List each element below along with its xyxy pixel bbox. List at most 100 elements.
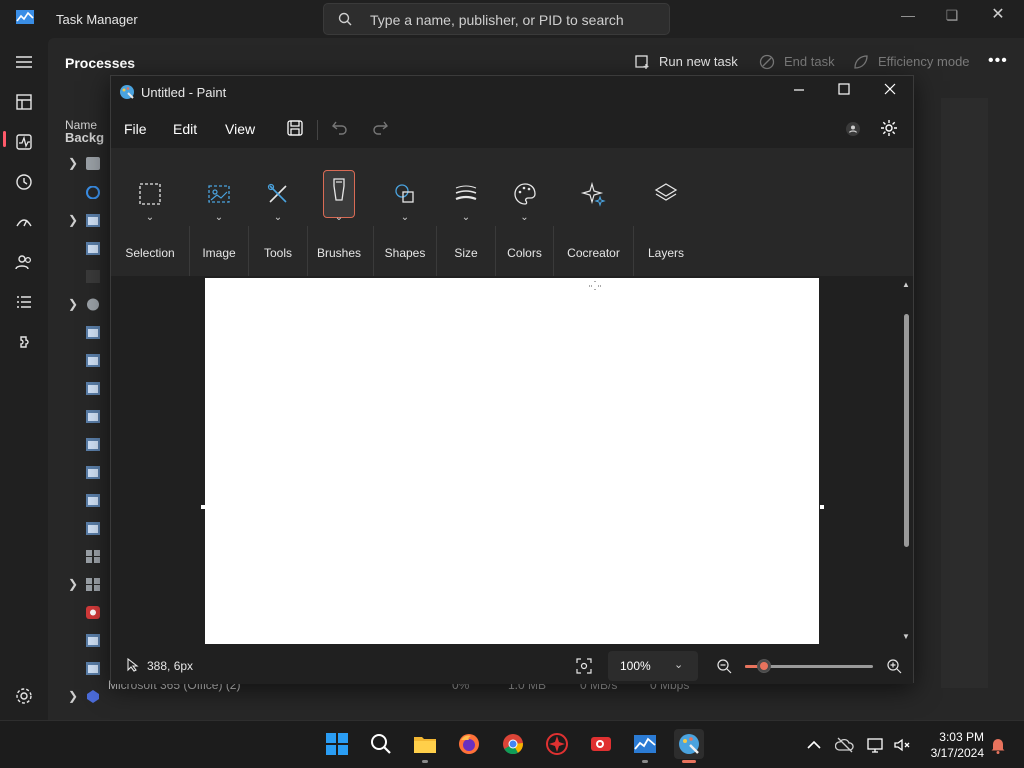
chrome-icon [503, 734, 523, 755]
screen-recorder-button[interactable] [542, 729, 572, 759]
paint-icon [679, 734, 699, 754]
settings-icon[interactable] [14, 686, 34, 706]
size-icon [455, 185, 477, 201]
zoom-slider-thumb[interactable] [757, 659, 771, 673]
more-options-icon[interactable]: ••• [988, 52, 1008, 70]
services-icon[interactable] [14, 332, 34, 352]
drawing-canvas[interactable] [205, 278, 819, 644]
canvas-resize-handle-right[interactable] [820, 505, 824, 509]
process-icon [87, 298, 99, 311]
paint-logo-icon [120, 85, 134, 99]
process-icon [86, 186, 100, 199]
run-new-task-icon [635, 55, 649, 69]
save-icon[interactable] [285, 118, 305, 138]
paint-taskbar-button[interactable] [674, 729, 704, 763]
users-icon[interactable] [14, 252, 34, 272]
chevron-right-icon[interactable]: ❯ [68, 577, 78, 591]
chevron-up-icon[interactable] [804, 735, 824, 755]
details-icon[interactable] [14, 292, 34, 312]
chevron-right-icon[interactable]: ❯ [68, 156, 78, 170]
restore-button[interactable]: ❏ [932, 4, 972, 26]
startup-apps-icon[interactable] [14, 212, 34, 232]
efficiency-mode-button[interactable]: Efficiency mode [878, 54, 970, 69]
ribbon-brushes[interactable]: ⌄ Brushes [308, 154, 370, 270]
account-icon[interactable] [844, 120, 862, 138]
clock-date: 3/17/2024 [930, 746, 984, 760]
zoom-out-icon[interactable] [716, 658, 732, 674]
process-icon [86, 410, 100, 423]
onedrive-offline-icon[interactable] [835, 735, 855, 755]
ribbon-label: Brushes [316, 246, 362, 260]
chevron-right-icon[interactable]: ❯ [68, 297, 78, 311]
chevron-down-icon: ⌄ [145, 212, 155, 223]
processes-icon[interactable] [14, 92, 34, 112]
paint-minimize-button[interactable] [784, 82, 814, 102]
taskbar-search-button[interactable] [366, 729, 396, 759]
minimize-button[interactable]: — [888, 4, 928, 26]
video-recorder-button[interactable] [586, 729, 616, 759]
search-box[interactable] [323, 3, 670, 35]
zoom-in-icon[interactable] [886, 658, 902, 674]
firefox-icon [459, 734, 479, 754]
volume-muted-icon[interactable] [892, 735, 912, 755]
scroll-up-arrow-icon[interactable]: ▲ [902, 280, 910, 289]
network-icon[interactable] [866, 735, 886, 755]
search-input[interactable] [370, 10, 660, 30]
firefox-button[interactable] [454, 729, 484, 759]
performance-icon[interactable] [14, 132, 34, 152]
group-label: Backg [65, 130, 105, 145]
file-explorer-icon [414, 737, 436, 753]
undo-icon[interactable] [330, 118, 350, 138]
zoom-slider[interactable] [745, 659, 873, 673]
app-history-icon[interactable] [14, 172, 34, 192]
process-icon [86, 522, 100, 535]
task-manager-nav [0, 38, 48, 720]
hamburger-menu-icon[interactable] [14, 52, 34, 72]
scrollbar-thumb[interactable] [904, 314, 909, 547]
redo-icon[interactable] [370, 118, 390, 138]
fit-to-window-icon[interactable] [576, 658, 592, 674]
chevron-right-icon[interactable]: ❯ [68, 213, 78, 227]
zoom-select[interactable]: 100% ⌄ [608, 651, 698, 681]
maximize-icon [838, 83, 850, 95]
file-explorer-button[interactable] [410, 729, 440, 763]
selection-icon [139, 183, 161, 205]
paint-close-button[interactable] [875, 82, 905, 102]
menu-file[interactable]: File [124, 121, 147, 137]
paint-title: Untitled - Paint [141, 85, 227, 100]
ribbon-image[interactable]: ⌄ Image [190, 154, 248, 270]
ribbon-label: Colors [507, 246, 542, 260]
ribbon-tools[interactable]: ⌄ Tools [249, 154, 307, 270]
search-icon [338, 12, 352, 26]
ribbon-shapes[interactable]: ⌄ Shapes [374, 154, 436, 270]
menu-edit[interactable]: Edit [173, 121, 197, 137]
system-clock[interactable]: 3:03 PM 3/17/2024 [920, 729, 984, 761]
scroll-down-arrow-icon[interactable]: ▼ [902, 632, 910, 641]
canvas-vertical-scrollbar[interactable]: ▲ ▼ [899, 276, 915, 646]
ribbon-cocreator[interactable]: Cocreator [554, 154, 633, 270]
task-manager-taskbar-button[interactable] [630, 729, 660, 763]
ribbon-selection[interactable]: ⌄ Selection [111, 154, 189, 270]
end-task-button[interactable]: End task [784, 54, 835, 69]
layers-icon [654, 183, 678, 201]
chrome-button[interactable] [498, 729, 528, 759]
task-manager-app-icon [16, 10, 34, 24]
ribbon-label: Layers [647, 246, 685, 260]
ribbon-colors[interactable]: ⌄ Colors [496, 154, 553, 270]
chevron-right-icon[interactable]: ❯ [68, 689, 78, 703]
settings-gear-icon[interactable] [879, 118, 899, 138]
run-new-task-button[interactable]: Run new task [659, 54, 738, 69]
process-icon [86, 662, 100, 675]
start-button[interactable] [322, 729, 352, 759]
process-icon [86, 606, 100, 619]
ribbon-size[interactable]: ⌄ Size [437, 154, 495, 270]
close-button[interactable]: ✕ [978, 4, 1018, 26]
notification-bell-icon[interactable] [988, 735, 1008, 755]
process-icon [86, 157, 100, 170]
chevron-down-icon: ⌄ [461, 212, 471, 223]
task-manager-title: Task Manager [56, 12, 138, 27]
paint-maximize-button[interactable] [829, 82, 859, 102]
canvas-resize-handle-left[interactable] [201, 505, 205, 509]
menu-view[interactable]: View [225, 121, 255, 137]
ribbon-layers[interactable]: Layers [634, 154, 698, 270]
